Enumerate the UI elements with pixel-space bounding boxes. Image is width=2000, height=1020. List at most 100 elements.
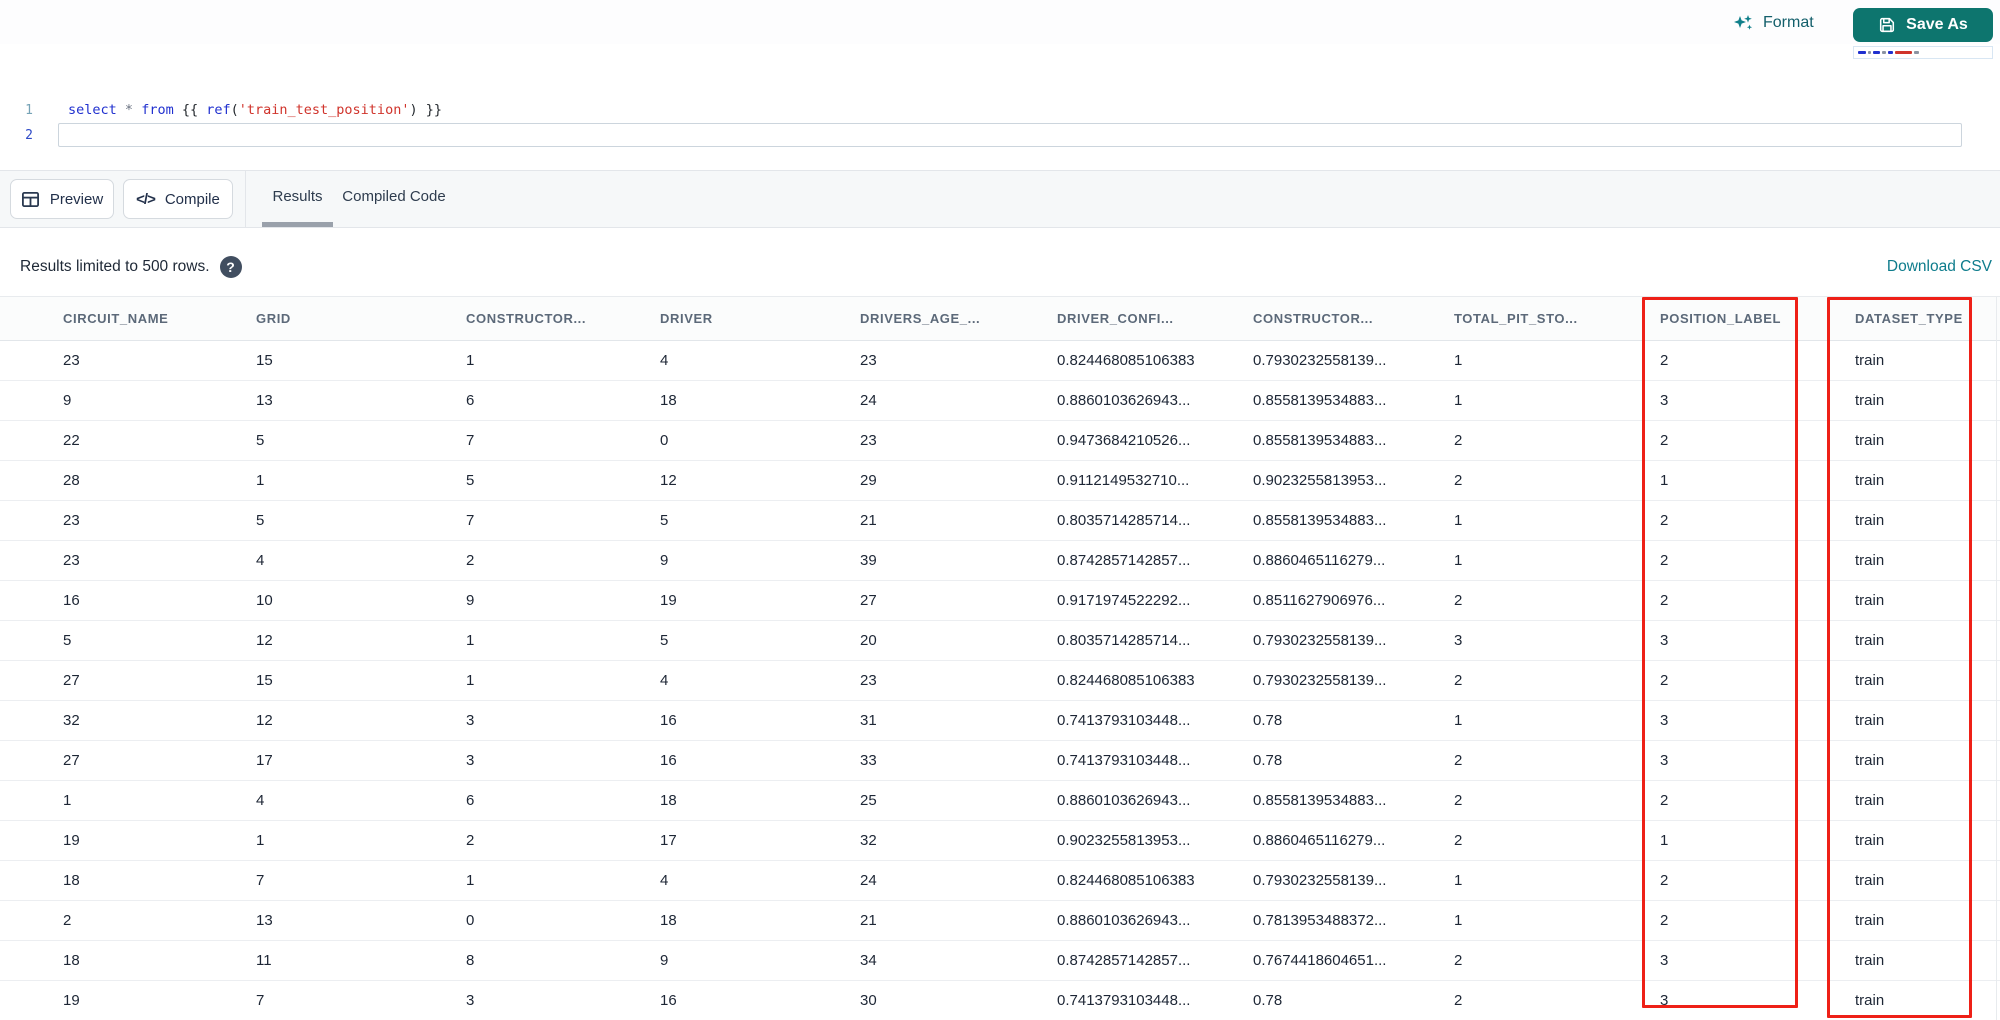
column-header[interactable]: CONSTRUCTOR... (440, 296, 640, 341)
column-header[interactable]: DRIVERS_AGE_... (840, 296, 1040, 341)
table-cell: 33 (840, 740, 1040, 781)
table-cell: 2 (440, 540, 640, 581)
table-cell: 1 (1440, 700, 1635, 741)
download-csv-link[interactable]: Download CSV (1887, 258, 1992, 276)
table-cell: 17 (640, 820, 840, 861)
table-cell: 16 (0, 580, 230, 621)
compile-button[interactable]: </> Compile (123, 179, 233, 219)
table-row: 27 15 1 4 23 0.824468085106383 0.7930232558139… (0, 660, 2000, 701)
table-cell: 23 (840, 420, 1040, 461)
sql-token: ( (230, 102, 239, 118)
table-cell: 0.7413793103448... (1040, 700, 1240, 741)
table-cell: 3 (440, 980, 640, 1020)
minimap-mark (1858, 51, 1866, 54)
table-cell: 0.7930232558139... (1240, 340, 1440, 381)
table-cell: 13 (230, 380, 440, 421)
table-cell: 2 (440, 820, 640, 861)
table-cell: 4 (640, 660, 840, 701)
question-circle-icon[interactable]: ? (219, 256, 242, 278)
table-cell: 0.7413793103448... (1040, 980, 1240, 1020)
results-table: CIRCUIT_NAME GRID CONSTRUCTOR... DRIVER DRIV… (0, 296, 2000, 1020)
table-cell: 4 (640, 860, 840, 901)
table-cell: 1 (1440, 860, 1635, 901)
table-cell: 12 (230, 700, 440, 741)
tab-compiled-code[interactable]: Compiled Code (342, 171, 446, 227)
table-cell: 5 (440, 460, 640, 501)
table-cell: 18 (640, 900, 840, 941)
table-row: 16 10 9 19 27 0.9171974522292... 0.85116279069… (0, 580, 2000, 621)
table-grid-icon (21, 190, 40, 209)
table-cell: 16 (640, 980, 840, 1020)
table-cell: 16 (640, 700, 840, 741)
table-cell: 1 (1440, 900, 1635, 941)
table-header-row: CIRCUIT_NAME GRID CONSTRUCTOR... DRIVER DRIV… (0, 296, 2000, 341)
editor-minimap[interactable] (1853, 46, 1993, 59)
table-cell: 18 (640, 780, 840, 821)
table-cell: 0.8558139534883... (1240, 780, 1440, 821)
editor-topbar: Format Save As (0, 0, 2000, 44)
compile-button-label: Compile (164, 190, 220, 208)
column-header[interactable]: DRIVER (640, 296, 840, 341)
table-cell: 23 (0, 340, 230, 381)
format-button[interactable]: Format (1726, 9, 1820, 37)
table-cell: train (1820, 740, 2000, 781)
column-header[interactable]: CONSTRUCTOR... (1240, 296, 1440, 341)
table-cell: 39 (840, 540, 1040, 581)
column-header[interactable]: POSITION_LABEL (1635, 296, 1820, 341)
table-cell: 2 (1440, 780, 1635, 821)
table-cell: train (1820, 380, 2000, 421)
sql-token: from (141, 102, 174, 118)
table-cell: 23 (0, 500, 230, 541)
table-cell: 12 (640, 460, 840, 501)
tab-results-label: Results (272, 188, 323, 205)
code-editor[interactable]: 1 select * from {{ ref('train_test_posit… (0, 44, 2000, 170)
table-cell: train (1820, 900, 2000, 941)
format-button-label: Format (1763, 14, 1814, 31)
table-cell: train (1820, 660, 2000, 701)
table-cell: 0.7930232558139... (1240, 860, 1440, 901)
table-cell: 11 (230, 940, 440, 981)
code-line-2: 2 (0, 124, 1970, 147)
table-cell: 4 (230, 540, 440, 581)
column-header[interactable]: TOTAL_PIT_STO... (1440, 296, 1635, 341)
table-cell: 5 (0, 620, 230, 661)
sql-token: select (68, 102, 117, 118)
table-cell: train (1820, 420, 2000, 461)
table-cell: 17 (230, 740, 440, 781)
table-row: 23 5 7 5 21 0.8035714285714... 0.8558139534883… (0, 500, 2000, 541)
table-cell: 5 (640, 620, 840, 661)
table-cell: 13 (230, 900, 440, 941)
table-cell: 1 (1440, 540, 1635, 581)
table-cell: 2 (1440, 740, 1635, 781)
table-cell: 5 (640, 500, 840, 541)
table-cell: 0.9023255813953... (1240, 460, 1440, 501)
minimap-mark (1895, 51, 1912, 54)
table-row: 18 11 8 9 34 0.8742857142857... 0.767441860465… (0, 940, 2000, 981)
table-row: 22 5 7 0 23 0.9473684210526... 0.8558139534883… (0, 420, 2000, 461)
table-row: 2 13 0 18 21 0.8860103626943... 0.781395348837… (0, 900, 2000, 941)
preview-button[interactable]: Preview (10, 179, 114, 219)
table-cell: 16 (640, 740, 840, 781)
table-cell: 28 (0, 460, 230, 501)
table-cell: 27 (840, 580, 1040, 621)
table-cell: 0.7813953488372... (1240, 900, 1440, 941)
column-header[interactable]: DRIVER_CONFI... (1040, 296, 1240, 341)
column-header[interactable]: CIRCUIT_NAME (0, 296, 230, 341)
table-cell: train (1820, 500, 2000, 541)
save-as-button[interactable]: Save As (1853, 8, 1993, 42)
column-header[interactable]: DATASET_TYPE (1820, 296, 2000, 341)
table-cell: 24 (840, 860, 1040, 901)
table-cell: 22 (0, 420, 230, 461)
table-row: 19 7 3 16 30 0.7413793103448... 0.78 2 3 train (0, 980, 2000, 1020)
line-number: 2 (25, 128, 33, 143)
table-cell: 0.78 (1240, 700, 1440, 741)
table-cell: 2 (1440, 460, 1635, 501)
tab-results[interactable]: Results (262, 171, 333, 227)
table-cell: train (1820, 780, 2000, 821)
sql-token: ref (206, 102, 231, 118)
column-header[interactable]: GRID (230, 296, 440, 341)
table-cell: 3 (1635, 980, 1820, 1020)
table-cell: 32 (840, 820, 1040, 861)
results-meta-bar: Results limited to 500 rows. ? Download … (0, 228, 2000, 296)
